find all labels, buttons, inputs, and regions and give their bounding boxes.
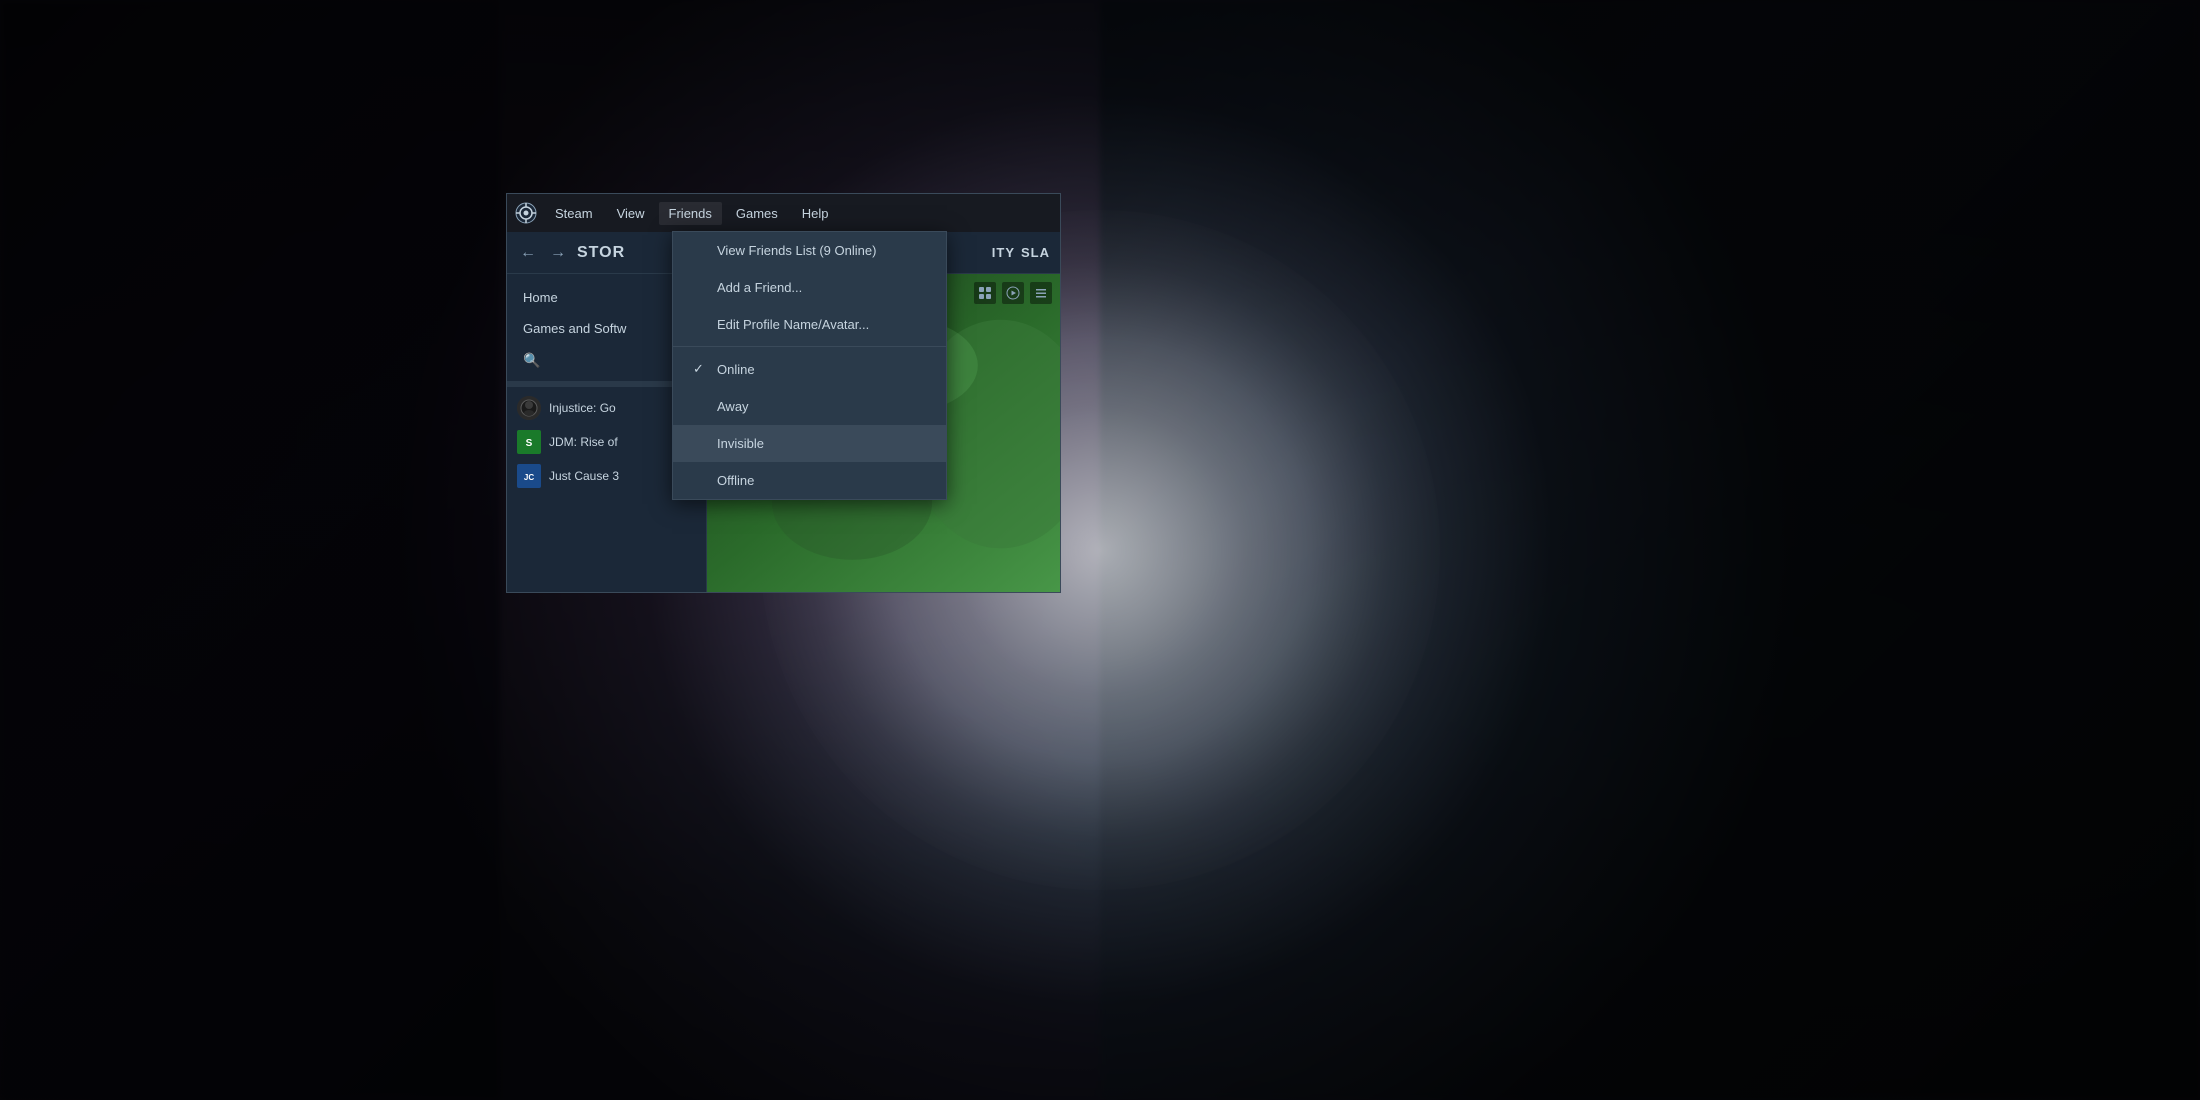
bg-left-dark <box>0 0 500 1100</box>
dropdown-label-offline: Offline <box>717 473 754 488</box>
dropdown-label-online: Online <box>717 362 755 377</box>
search-icon: 🔍 <box>523 352 540 369</box>
check-icon-online: ✓ <box>693 361 709 377</box>
check-placeholder-1 <box>693 243 709 258</box>
check-placeholder-offline <box>693 473 709 488</box>
banner-icons <box>974 282 1052 304</box>
nav-label-ity: ITY <box>992 245 1015 260</box>
menu-item-friends[interactable]: Friends <box>659 202 722 225</box>
dropdown-divider <box>673 346 946 347</box>
dropdown-item-view-friends[interactable]: View Friends List (9 Online) <box>673 232 946 269</box>
svg-text:JC: JC <box>524 473 534 482</box>
svg-text:S: S <box>526 438 533 449</box>
store-label: STOR <box>577 244 625 262</box>
forward-button[interactable]: → <box>547 242 569 264</box>
game-name-injustice: Injustice: Go <box>549 401 616 415</box>
grid-icon[interactable] <box>974 282 996 304</box>
menu-item-games[interactable]: Games <box>726 202 788 225</box>
play-icon[interactable] <box>1002 282 1024 304</box>
dropdown-item-edit-profile[interactable]: Edit Profile Name/Avatar... <box>673 306 946 343</box>
menu-bar: Steam View Friends Games Help <box>507 194 1060 232</box>
dropdown-item-away[interactable]: Away <box>673 388 946 425</box>
dropdown-item-offline[interactable]: Offline <box>673 462 946 499</box>
game-icon-jdm: S <box>517 430 541 454</box>
menu-item-view[interactable]: View <box>607 202 655 225</box>
nav-right: ITY SLA <box>992 245 1050 260</box>
dropdown-item-add-friend[interactable]: Add a Friend... <box>673 269 946 306</box>
dropdown-label-invisible: Invisible <box>717 436 764 451</box>
bg-right-dark <box>1100 0 2200 1100</box>
check-placeholder-away <box>693 399 709 414</box>
dropdown-label-view-friends: View Friends List (9 Online) <box>717 243 876 258</box>
game-name-jdm: JDM: Rise of <box>549 435 618 449</box>
list-icon[interactable] <box>1030 282 1052 304</box>
check-placeholder-invisible <box>693 436 709 451</box>
check-placeholder-3 <box>693 317 709 332</box>
dropdown-label-edit-profile: Edit Profile Name/Avatar... <box>717 317 869 332</box>
nav-label-sla: SLA <box>1021 245 1050 260</box>
menu-item-steam[interactable]: Steam <box>545 202 603 225</box>
menu-item-help[interactable]: Help <box>792 202 839 225</box>
steam-logo-icon <box>515 202 537 224</box>
game-icon-justcause3: JC <box>517 464 541 488</box>
game-icon-injustice <box>517 396 541 420</box>
check-placeholder-2 <box>693 280 709 295</box>
back-button[interactable]: ← <box>517 242 539 264</box>
friends-dropdown-menu: View Friends List (9 Online) Add a Frien… <box>672 231 947 500</box>
dropdown-item-online[interactable]: ✓ Online <box>673 350 946 388</box>
dropdown-label-add-friend: Add a Friend... <box>717 280 802 295</box>
dropdown-label-away: Away <box>717 399 749 414</box>
game-name-justcause3: Just Cause 3 <box>549 469 619 483</box>
dropdown-item-invisible[interactable]: Invisible <box>673 425 946 462</box>
